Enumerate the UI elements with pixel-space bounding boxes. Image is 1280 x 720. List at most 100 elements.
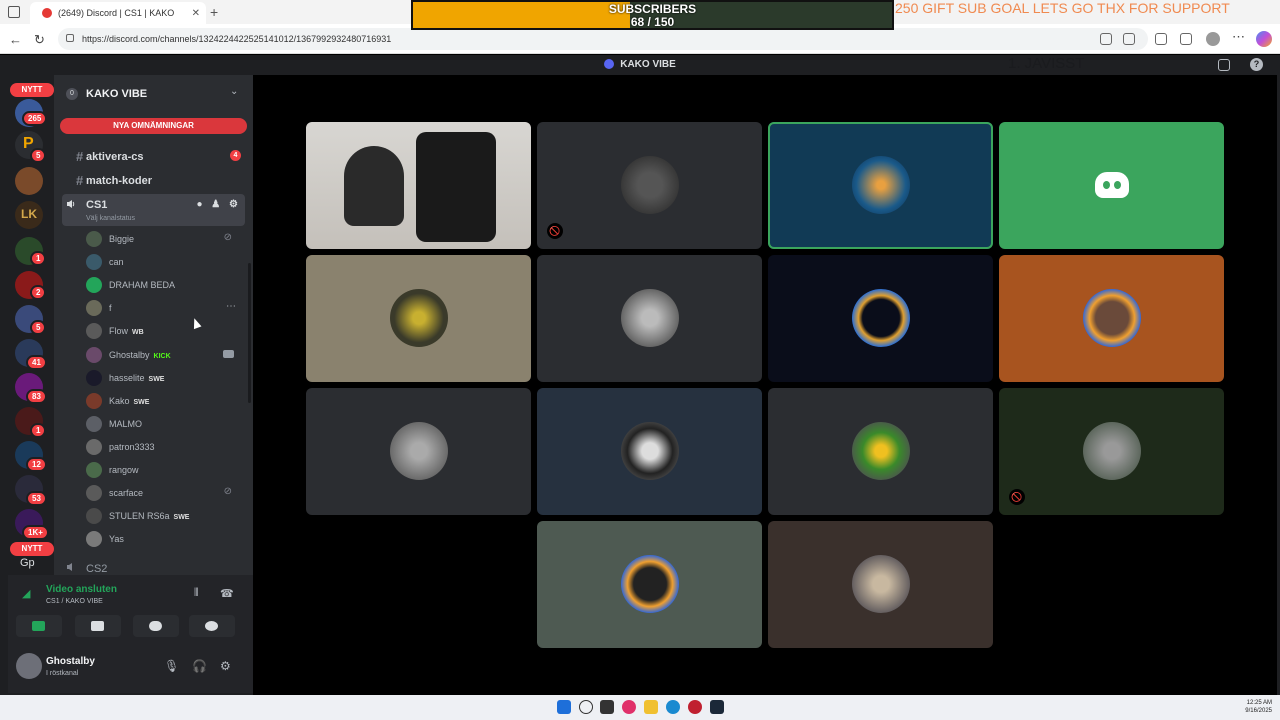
file-explorer-icon[interactable] [644,700,658,714]
noise-suppression-icon[interactable]: ⫴ [194,587,199,600]
member-name: f [109,303,112,313]
sidebar-scrollbar[interactable] [248,263,251,403]
voice-channel-cs1[interactable]: CS1 Välj kanalstatus ● ♟ ⚙ [62,194,245,226]
voice-status-subtitle[interactable]: CS1 / KAKO VIBE [46,598,103,605]
video-tile-participant[interactable]: 🚫 [999,388,1224,515]
new-unreads-bottom-pill[interactable]: NYTT [10,542,54,556]
voice-member-row[interactable]: Yas [84,529,244,549]
participant-avatar [621,156,679,214]
video-tile-biggie[interactable]: 🚫 [537,122,762,249]
favorites-icon[interactable] [1180,33,1192,45]
video-tile-participant[interactable] [537,388,762,515]
activity-button[interactable] [133,615,179,637]
video-tile-participant[interactable] [537,521,762,648]
server-icon-4[interactable]: LK [15,201,43,229]
video-tile-default[interactable] [999,122,1224,249]
video-tile-participant[interactable] [537,255,762,382]
task-view-icon[interactable] [600,700,614,714]
voice-member-row[interactable]: Kako SWE [84,391,244,411]
server-header[interactable]: 0 KAKO VIBE ⌄ [54,75,253,111]
voice-member-row[interactable]: can [84,252,244,272]
search-icon[interactable] [579,700,593,714]
video-tile-participant[interactable] [768,521,993,648]
new-unreads-top-pill[interactable]: NYTT [10,83,54,97]
video-tile-f[interactable] [306,255,531,382]
chevron-down-icon[interactable]: ⌄ [230,86,238,97]
voice-member-row[interactable]: Ghostalby KICK [84,345,244,365]
video-tile-participant[interactable] [768,255,993,382]
widgets-icon[interactable] [622,700,636,714]
new-tab-icon[interactable]: + [210,4,218,20]
voice-video-stage: 🚫 🚫 [253,75,1277,695]
server-gp-label[interactable]: Gp [20,557,35,569]
video-tile-speaking[interactable] [768,122,993,249]
voice-member-row[interactable]: hasselite SWE [84,368,244,388]
server-badge: 1 [30,423,47,438]
voice-member-row[interactable]: f ⋯ [84,298,244,318]
edge-icon[interactable] [666,700,680,714]
user-settings-gear-icon[interactable]: ⚙ [220,659,231,673]
server-badge: 265 [22,111,48,126]
start-icon[interactable] [557,700,571,714]
url-input[interactable]: https://discord.com/channels/13242244225… [58,28,1148,50]
headphones-icon[interactable]: 🎧 [192,659,207,673]
system-clock[interactable]: 12:25 AM 9/16/2025 [1245,699,1272,715]
obs-icon[interactable] [688,700,702,714]
muted-icon: 🚫 [1009,489,1025,505]
participant-avatar [390,289,448,347]
voice-channel-cs2[interactable]: CS2 [62,557,245,575]
voice-member-row[interactable]: scarface ⊘ [84,483,244,503]
channel-match-koder[interactable]: # match-koder [62,169,245,191]
close-tab-icon[interactable]: ✕ [192,8,200,19]
clock-time: 12:25 AM [1246,700,1272,706]
voice-member-row[interactable]: Flow WB [84,321,244,341]
member-name-text: Ghostalby [109,349,150,360]
voice-member-row[interactable]: MALMO [84,414,244,434]
microphone-icon[interactable]: 🎙 [164,659,179,673]
site-info-icon[interactable] [66,34,74,42]
screen-share-button[interactable] [75,615,121,637]
voice-member-row[interactable]: STULEN RS6a SWE [84,506,244,526]
user-name[interactable]: Ghostalby [46,656,95,667]
voice-member-row[interactable]: Biggie ⊘ [84,229,244,249]
camera-button[interactable] [16,615,62,637]
voice-status-title[interactable]: Video ansluten [46,584,117,595]
tab-title: (2649) Discord | CS1 | KAKO [58,8,175,18]
new-mentions-banner[interactable]: NYA OMNÄMNINGAR [60,118,247,134]
voice-member-row[interactable]: rangow [84,460,244,480]
user-avatar[interactable] [16,653,42,679]
profile-avatar[interactable] [1206,32,1220,46]
channel-aktivera-cs[interactable]: # aktivera-cs 4 [62,145,245,167]
signal-icon[interactable]: ◢ [22,587,30,600]
member-avatar [86,415,102,432]
cast-icon[interactable] [1100,33,1112,45]
channel-actions[interactable]: ● ♟ ⚙ [196,199,241,210]
soundboard-button[interactable] [189,615,235,637]
extensions-icon[interactable] [1155,33,1167,45]
tab-actions-icon[interactable] [8,6,20,18]
recording-icon [42,8,52,18]
more-options-icon[interactable]: ⋯ [226,301,236,312]
voice-member-row[interactable]: patron3333 [84,437,244,457]
speaker-icon [66,199,76,209]
video-tile-rangow[interactable] [768,388,993,515]
steam-icon[interactable] [710,700,724,714]
video-tile-webcam[interactable] [306,122,531,249]
member-avatar [86,300,102,317]
favorite-star-icon[interactable] [1123,33,1135,45]
back-icon[interactable]: ← [9,32,22,47]
more-menu-icon[interactable]: ⋯ [1232,29,1245,45]
refresh-icon[interactable]: ↻ [34,32,45,48]
copilot-icon[interactable] [1256,31,1272,47]
video-tile-participant[interactable] [306,388,531,515]
browser-tab-discord[interactable]: (2649) Discord | CS1 | KAKO ✕ [30,2,206,24]
channel-status-input[interactable]: Välj kanalstatus [86,215,135,222]
user-status: I röstkanal [46,670,79,677]
server-icon [604,59,615,70]
disconnect-icon[interactable]: ☎ [220,587,234,600]
help-icon[interactable]: ? [1250,58,1263,71]
voice-member-row[interactable]: DRAHAM BEDA [84,275,244,295]
server-icon-3[interactable] [15,167,43,195]
inbox-icon[interactable] [1218,59,1230,71]
video-tile-participant[interactable] [999,255,1224,382]
